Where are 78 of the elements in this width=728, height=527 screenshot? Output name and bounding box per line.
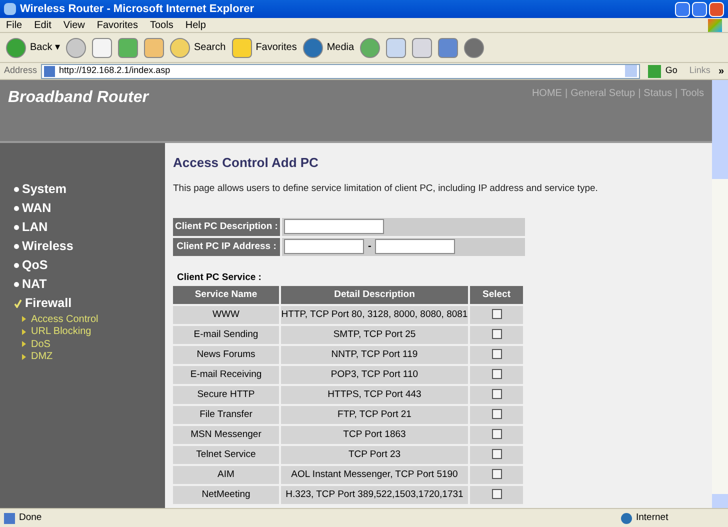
close-button[interactable] [709,2,724,16]
range-separator: - [368,240,372,254]
sidebar-subitem[interactable]: DoS [14,338,165,350]
column-header: Select [470,286,523,304]
scrollbar[interactable] [712,80,728,508]
table-cell: AOL Instant Messenger, TCP Port 5190 [281,466,468,484]
sidebar-item[interactable]: NAT [14,275,165,294]
go-button[interactable]: Go [644,64,682,78]
search-button[interactable]: Search [170,38,226,58]
table-cell: E-mail Sending [173,326,279,344]
sidebar-item[interactable]: Wireless [14,237,165,256]
media-button[interactable]: Media [302,38,354,58]
sidebar-item[interactable]: LAN [14,218,165,237]
sidebar-item[interactable]: WAN [14,199,165,218]
table-cell: HTTPS, TCP Port 443 [281,386,468,404]
sidebar-item[interactable]: QoS [14,256,165,275]
table-cell: NNTP, TCP Port 119 [281,346,468,364]
select-checkbox[interactable] [492,349,502,360]
table-cell: E-mail Receiving [173,366,279,384]
page-title: Access Control Add PC [173,154,320,172]
table-cell: WWW [173,306,279,324]
table-cell: News Forums [173,346,279,364]
menu-item[interactable]: File [6,18,22,32]
sidebar-item[interactable]: Firewall [14,294,165,313]
banner-title: Broadband Router [8,88,148,108]
chevron-button[interactable]: » [718,64,724,78]
table-cell: H.323, TCP Port 389,522,1503,1720,1731 [281,486,468,504]
window-title: Wireless Router - Microsoft Internet Explorer [20,2,254,17]
menu-item[interactable]: Help [185,18,206,32]
table-cell: MSN Messenger [173,426,279,444]
link-separator: | [675,87,678,101]
select-checkbox[interactable] [492,369,502,380]
ip-end-input[interactable] [375,239,456,254]
status-text: Done [19,510,42,525]
menu-item[interactable]: Favorites [96,18,138,32]
menu-item[interactable]: View [63,18,85,32]
address-label: Address [4,64,38,78]
description-input[interactable] [284,219,384,234]
sidebar-subitem[interactable]: DMZ [14,350,165,363]
field-label: Client PC IP Address : [173,238,280,256]
restore-button[interactable] [692,2,707,16]
field-label: Client PC Description : [173,218,280,236]
favorites-button[interactable]: Favorites [232,38,297,58]
link-separator: | [564,87,568,101]
address-field[interactable]: http://192.168.2.1/index.asp [41,64,640,78]
page-description: This page allows users to define service limitation of client PC, including IP address and service type. [173,182,599,196]
zone-text: Internet [636,510,670,525]
section-label: Client PC Service : [177,272,262,284]
table-cell: AIM [173,466,279,484]
select-checkbox[interactable] [492,429,502,440]
table-cell: Telnet Service [173,446,279,464]
table-cell: NetMeeting [173,486,279,504]
table-cell: SMTP, TCP Port 25 [281,326,468,344]
sidebar-subitem[interactable]: URL Blocking [14,326,165,338]
select-checkbox[interactable] [492,389,502,400]
select-checkbox[interactable] [492,449,502,460]
select-checkbox[interactable] [492,329,502,340]
select-checkbox[interactable] [492,469,502,480]
select-checkbox[interactable] [492,409,502,420]
menu-item[interactable]: Edit [34,18,52,32]
table-cell: File Transfer [173,406,279,424]
minimize-button[interactable] [675,2,690,16]
sidebar-subitem[interactable]: Access Control [14,313,165,326]
select-checkbox[interactable] [492,489,502,500]
menu-item[interactable]: Tools [150,18,174,32]
table-cell: HTTP, TCP Port 80, 3128, 8000, 8080, 8081 [281,306,468,324]
table-cell: FTP, TCP Port 21 [281,406,468,424]
table-cell: TCP Port 23 [281,446,468,464]
select-checkbox[interactable] [492,309,502,320]
table-cell: POP3, TCP Port 110 [281,366,468,384]
back-button[interactable]: Back ▾ [6,38,60,58]
ip-start-input[interactable] [284,239,364,254]
column-header: Detail Description [281,286,468,304]
column-header: Service Name [173,286,279,304]
sidebar-item[interactable]: System [14,180,165,199]
link-separator: | [638,87,641,101]
table-cell: Secure HTTP [173,386,279,404]
table-cell: TCP Port 1863 [281,426,468,444]
